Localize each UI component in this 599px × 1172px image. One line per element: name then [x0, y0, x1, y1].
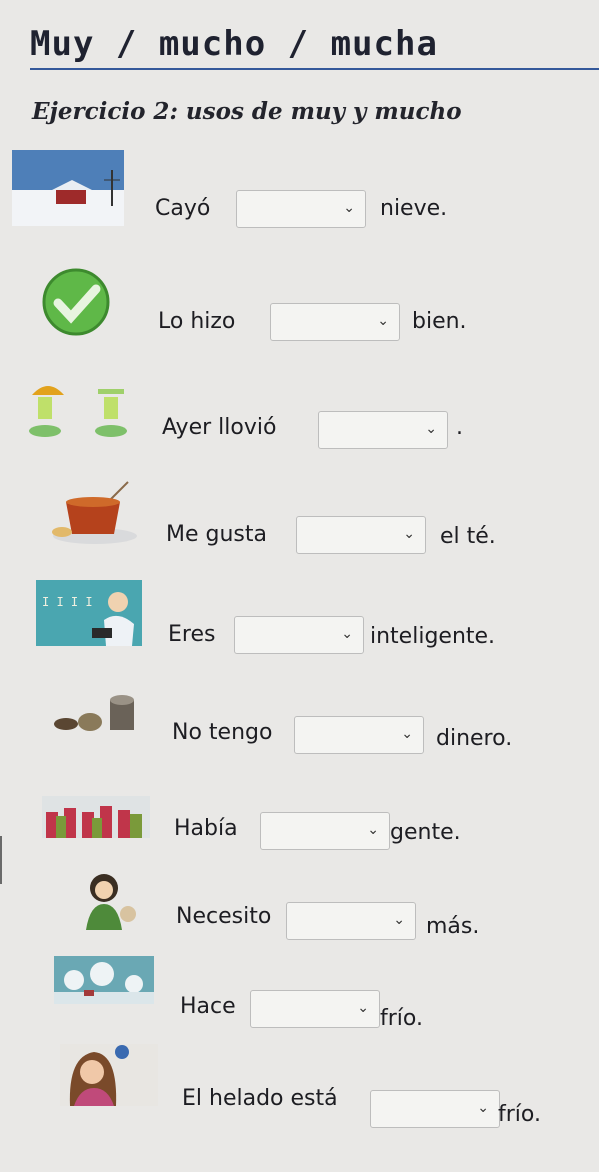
exercise-text-before: Me gusta: [166, 522, 267, 547]
exercise-text-after: dinero.: [436, 726, 513, 751]
exercise-text-before: Lo hizo: [158, 309, 236, 334]
teacher-board-icon: I I I I: [36, 580, 142, 646]
exercise-text-before: No tengo: [172, 720, 273, 745]
page-title: Muy / mucho / mucha: [30, 24, 438, 64]
person-thinking-icon: [80, 870, 142, 932]
snowy-trees-icon: [54, 956, 154, 1004]
crowd-icon: [42, 796, 150, 838]
answer-dropdown[interactable]: ⌄: [260, 812, 390, 850]
exercise-text-after: más.: [426, 914, 480, 939]
answer-dropdown[interactable]: ⌄: [236, 190, 366, 228]
chevron-down-icon: ⌄: [403, 526, 415, 542]
chevron-down-icon: ⌄: [357, 1000, 369, 1016]
exercise-text-after: el té.: [440, 524, 496, 549]
exercise-row-6: No tengo ⌄ dinero.: [0, 690, 599, 790]
exercise-text-after: frío.: [498, 1102, 541, 1127]
exercise-row-5: I I I I Eres ⌄ inteligente.: [0, 580, 599, 680]
chevron-down-icon: ⌄: [367, 822, 379, 838]
exercise-text-before: Ayer llovió: [162, 415, 277, 440]
tea-cup-icon: [50, 480, 150, 546]
answer-dropdown[interactable]: ⌄: [370, 1090, 500, 1128]
exercise-text-before: Cayó: [155, 196, 211, 221]
chevron-down-icon: ⌄: [393, 912, 405, 928]
rain-umbrella-icon: [26, 375, 136, 441]
answer-dropdown[interactable]: ⌄: [270, 303, 400, 341]
snowy-landscape-icon: [12, 150, 124, 226]
exercise-row-4: Me gusta ⌄ el té.: [0, 480, 599, 580]
exercise-row-9: Hace ⌄ frío.: [0, 956, 599, 1056]
chevron-down-icon: ⌄: [477, 1100, 489, 1116]
answer-dropdown[interactable]: ⌄: [250, 990, 380, 1028]
exercise-row-1: Cayó ⌄ nieve.: [0, 150, 599, 250]
answer-dropdown[interactable]: ⌄: [318, 411, 448, 449]
exercise-text-before: Hace: [180, 994, 236, 1019]
exercise-row-8: Necesito ⌄ más.: [0, 866, 599, 966]
exercise-row-10: El helado está ⌄ frío.: [0, 1044, 599, 1144]
coins-icon: [52, 694, 142, 738]
exercise-heading: Ejercicio 2: usos de muy y mucho: [32, 98, 462, 125]
ice-cream-girl-icon: [60, 1044, 158, 1106]
exercise-text-after: gente.: [390, 820, 461, 845]
exercise-row-2: Lo hizo ⌄ bien.: [0, 265, 599, 365]
answer-dropdown[interactable]: ⌄: [294, 716, 424, 754]
exercise-text-before: El helado está: [182, 1086, 338, 1111]
exercise-text-after: frío.: [380, 1006, 423, 1031]
title-divider: [30, 68, 599, 70]
exercise-text-after: .: [456, 415, 463, 440]
chevron-down-icon: ⌄: [401, 726, 413, 742]
exercise-text-after: bien.: [412, 309, 467, 334]
chevron-down-icon: ⌄: [377, 313, 389, 329]
answer-dropdown[interactable]: ⌄: [296, 516, 426, 554]
chevron-down-icon: ⌄: [425, 421, 437, 437]
exercise-text-before: Había: [174, 816, 238, 841]
exercise-text-after: nieve.: [380, 196, 448, 221]
left-edge-marker: [0, 836, 2, 884]
answer-dropdown[interactable]: ⌄: [234, 616, 364, 654]
exercise-text-after: inteligente.: [370, 624, 496, 649]
svg-text:I I I I: I I I I: [42, 595, 93, 609]
exercise-text-before: Eres: [168, 622, 216, 647]
green-checkmark-icon: [40, 267, 112, 337]
answer-dropdown[interactable]: ⌄: [286, 902, 416, 940]
chevron-down-icon: ⌄: [343, 200, 355, 216]
chevron-down-icon: ⌄: [341, 626, 353, 642]
exercise-row-3: Ayer llovió ⌄ .: [0, 375, 599, 475]
exercise-text-before: Necesito: [176, 904, 272, 929]
